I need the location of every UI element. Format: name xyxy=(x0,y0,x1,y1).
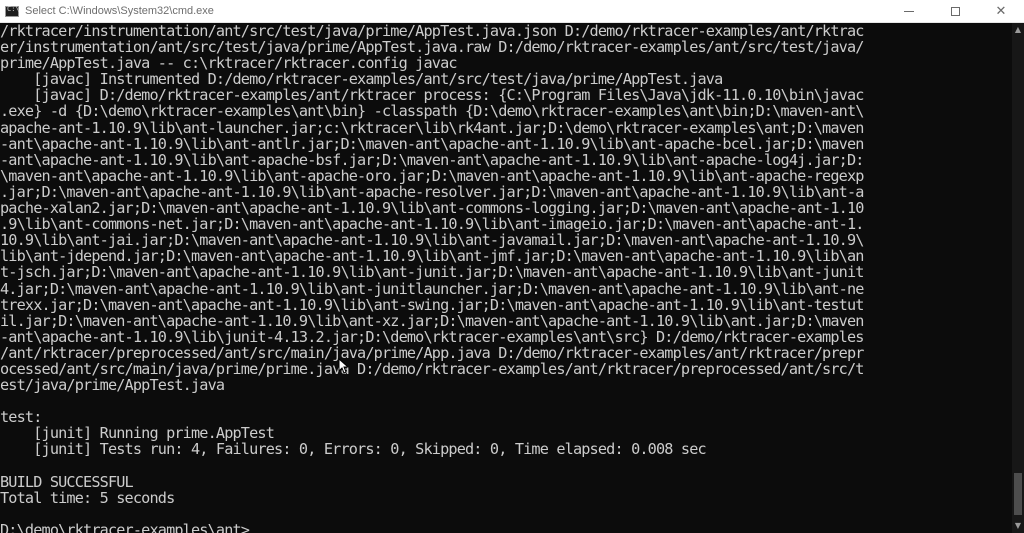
console-line: ocessed/ant/src/main/java/prime/prime.ja… xyxy=(0,359,864,378)
console-line: [javac] D:/demo/rktracer-examples/ant/rk… xyxy=(0,86,864,105)
window-titlebar[interactable]: Select C:\Windows\System32\cmd.exe ✕ xyxy=(0,0,1024,23)
console-output[interactable]: /rktracer/instrumentation/ant/src/test/j… xyxy=(0,23,1012,533)
console-line: -ant\apache-ant-1.10.9\lib\ant-antlr.jar… xyxy=(0,134,864,153)
maximize-icon xyxy=(950,7,960,16)
console-line: /rktracer/instrumentation/ant/src/test/j… xyxy=(0,23,864,40)
console-line: il.jar;D:\maven-ant\apache-ant-1.10.9\li… xyxy=(0,311,864,330)
console-line: lib\ant-jdepend.jar;D:\maven-ant\apache-… xyxy=(0,247,864,266)
console-line: -ant\apache-ant-1.10.9\lib\junit-4.13.2.… xyxy=(0,327,864,346)
maximize-button[interactable] xyxy=(932,0,978,23)
console-line: .9\lib\ant-commons-net.jar;D:\maven-ant\… xyxy=(0,215,864,234)
mouse-cursor-icon xyxy=(338,358,348,374)
minimize-icon xyxy=(904,11,914,12)
console-line: er/instrumentation/ant/src/test/java/pri… xyxy=(0,38,864,57)
window-title: Select C:\Windows\System32\cmd.exe xyxy=(25,5,214,17)
console-line: [junit] Running prime.AppTest xyxy=(0,424,275,443)
console-line: -ant\apache-ant-1.10.9\lib\ant-apache-bs… xyxy=(0,150,864,169)
console-line: trexx.jar;D:\maven-ant\apache-ant-1.10.9… xyxy=(0,295,864,314)
console-line: Total time: 5 seconds xyxy=(0,488,175,507)
console-line: 4.jar;D:\maven-ant\apache-ant-1.10.9\lib… xyxy=(0,279,864,298)
command-prompt[interactable]: D:\demo\rktracer-examples\ant> xyxy=(0,522,1012,533)
minimize-button[interactable] xyxy=(886,0,932,23)
console-line: prime/AppTest.java -- c:\rktracer/rktrac… xyxy=(0,54,458,73)
console-line: test: xyxy=(0,408,42,427)
close-icon: ✕ xyxy=(995,4,1007,19)
console-line: /ant/rktracer/preprocessed/ant/src/main/… xyxy=(0,343,864,362)
close-button[interactable]: ✕ xyxy=(978,0,1024,23)
prompt-text: D:\demo\rktracer-examples\ant> xyxy=(0,520,250,533)
console-line: [junit] Tests run: 4, Failures: 0, Error… xyxy=(0,440,706,459)
console-line: est/java/prime/AppTest.java xyxy=(0,376,225,395)
scrollbar-thumb[interactable] xyxy=(1014,473,1022,515)
console-line: pache-xalan2.jar;D:\maven-ant\apache-ant… xyxy=(0,199,864,218)
console-line: apache-ant-1.10.9\lib\ant-launcher.jar;c… xyxy=(0,118,864,137)
console-line: \maven-ant\apache-ant-1.10.9\lib\ant-apa… xyxy=(0,166,864,185)
console-line: 10.9\lib\ant-jai.jar;D:\maven-ant\apache… xyxy=(0,231,864,250)
console-line: [javac] Instrumented D:/demo/rktracer-ex… xyxy=(0,70,723,89)
window-controls: ✕ xyxy=(886,0,1024,23)
console-line: BUILD SUCCESSFUL xyxy=(0,472,134,491)
console-line: .jar;D:\maven-ant\apache-ant-1.10.9\lib\… xyxy=(0,182,864,201)
scroll-up-arrow-icon[interactable]: ▲ xyxy=(1012,23,1024,37)
cmd-icon[interactable] xyxy=(5,5,20,17)
console-line: .exe} -d {D:\demo\rktracer-examples\ant\… xyxy=(0,102,864,121)
vertical-scrollbar[interactable]: ▲ ▼ xyxy=(1012,23,1024,533)
console-line: t-jsch.jar;D:\maven-ant\apache-ant-1.10.… xyxy=(0,263,864,282)
scroll-down-arrow-icon[interactable]: ▼ xyxy=(1012,519,1024,533)
